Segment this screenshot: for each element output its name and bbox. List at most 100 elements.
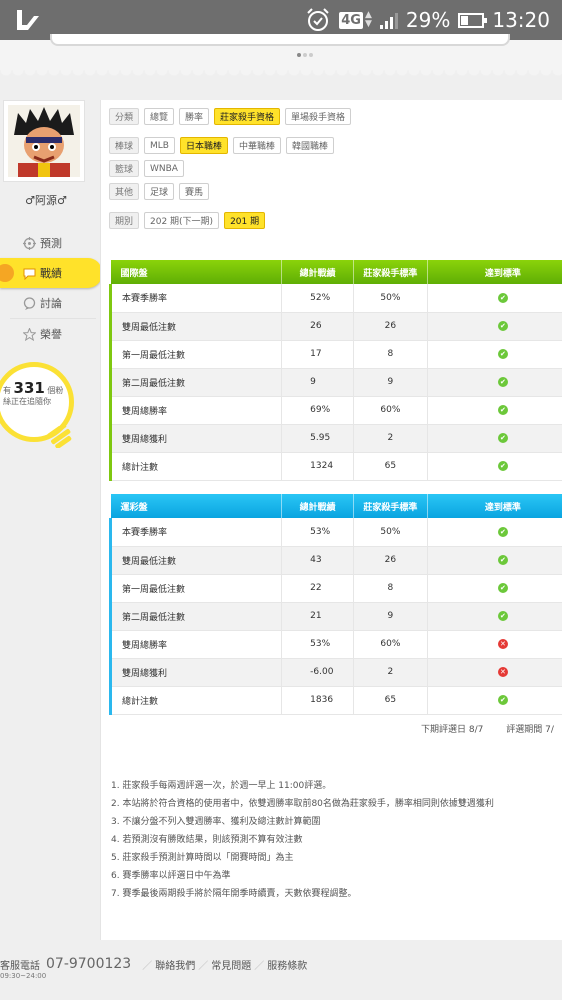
review-dates: 下期評選日 8/7 評選期間 7/ [421,722,562,735]
column-header: 達到標準 [427,260,562,284]
chip-winrate[interactable]: 勝率 [179,108,210,125]
note-item: 2. 本站將於符合資格的使用者中，依雙週勝率取前80名做為莊家殺手，勝率相同則依… [111,799,494,809]
check-icon: ✔ [497,405,508,415]
footer-divider: ／ [142,960,153,972]
sidebar: ♂阿源♂ 預測 戰績 討論 榮譽 有 331 個粉 絲正在追隨你 [0,100,102,940]
row-label: 本賽季勝率 [108,284,283,313]
table-row: 雙周總勝率 69% 60% ✔ [108,396,562,425]
table-row: 第二周最低注數 9 9 ✔ [108,368,562,397]
service-hours: 09:30~24:00 [0,972,47,980]
avatar-frame[interactable] [3,100,85,182]
pager-dot[interactable] [303,53,307,57]
chip-wnba[interactable]: WNBA [144,160,184,177]
chip-kbo[interactable]: 韓國職棒 [286,137,335,154]
chip-soccer[interactable]: 足球 [144,183,175,200]
row-standard: 60% [353,630,428,659]
row-value: 26 [281,312,355,341]
follower-text: 有 331 個粉 絲正在追隨你 [3,381,69,407]
follower-count: 331 [13,379,45,397]
row-standard: 8 [353,340,428,369]
chip-banker-killer[interactable]: 莊家殺手資格 [214,108,281,125]
main-panel: 分類 總覽 勝率 莊家殺手資格 單場殺手資格 棒球 MLB 日本職棒 中華職棒 … [100,100,562,940]
footer-link-contact[interactable]: 聯絡我們 [155,957,195,972]
row-standard: 8 [353,574,428,603]
avatar[interactable] [8,105,80,177]
service-phone[interactable]: 07-9700123 [46,956,131,972]
row-value: 53% [281,630,355,659]
check-icon: ✔ [497,526,508,537]
row-value: -6.00 [281,658,355,687]
row-standard: 65 [353,686,428,715]
nav-item-record[interactable]: 戰績 [0,258,102,288]
row-label: 總計注數 [108,452,283,481]
username[interactable]: ♂阿源♂ [0,192,92,208]
chip-single-killer[interactable]: 單場殺手資格 [285,108,352,125]
row-standard: 60% [353,396,428,425]
row-value: 1836 [281,686,355,715]
banner-pager[interactable] [297,53,313,57]
nav-item-honor[interactable]: 榮譽 [0,319,100,349]
chip-period-next[interactable]: 202 期(下一期) [144,212,220,229]
pager-dot[interactable] [297,53,301,57]
check-icon: ✔ [497,611,508,621]
chip-overview[interactable]: 總覽 [144,108,175,125]
footer-link-faq[interactable]: 常見問題 [211,957,251,972]
column-header: 莊家殺手標準 [353,494,428,518]
column-header: 莊家殺手標準 [353,260,428,284]
table-row: 總計注數 1836 65 ✔ [108,686,562,715]
filter-label: 棒球 [109,137,139,154]
note-item: 1. 莊家殺手每兩週評選一次，於週一早上 11:00評選。 [111,781,332,791]
row-label: 本賽季勝率 [108,518,283,547]
chip-cpbl[interactable]: 中華職棒 [232,137,281,154]
filter-label: 分類 [109,108,139,125]
chip-period-current[interactable]: 201 期 [224,212,266,229]
nav-item-label: 討論 [40,297,62,310]
row-standard: 2 [353,658,428,687]
row-label: 第一周最低注數 [108,340,283,369]
table-row: 本賽季勝率 52% 50% ✔ [108,284,562,313]
next-review-date: 下期評選日 8/7 [421,725,484,735]
row-value: 22 [281,574,355,603]
nav-item-discuss[interactable]: 討論 [0,288,100,318]
row-standard: 50% [353,284,428,313]
note-item: 4. 若預測沒有勝敗結果，則該預測不算有效注數 [111,835,303,845]
follower-prefix: 有 [3,386,11,395]
alarm-icon [307,8,329,31]
chip-mlb[interactable]: MLB [144,137,175,154]
filter-label: 其他 [109,183,139,200]
cross-icon: ✕ [497,667,508,677]
rules-notes: 1. 莊家殺手每兩週評選一次，於週一早上 11:00評選。 2. 本站將於符合資… [111,777,494,903]
row-label: 雙周最低注數 [108,312,283,341]
table-row: 第二周最低注數 21 9 ✔ [108,602,562,631]
filter-row-baseball: 棒球 MLB 日本職棒 中華職棒 韓國職棒 [109,137,562,154]
chip-npb[interactable]: 日本職棒 [179,137,228,154]
row-label: 第二周最低注數 [108,368,283,397]
nav-item-predict[interactable]: 預測 [0,228,100,258]
chip-horse[interactable]: 賽馬 [179,183,210,200]
row-value: 5.95 [281,424,355,453]
table-title: 國際盤 [110,260,283,284]
table-title: 運彩盤 [110,494,283,518]
stats-table-sportslottery: 運彩盤 總計戰績 莊家殺手標準 達到標準 本賽季勝率 53% 50% ✔ 雙周最低注數… [108,494,562,715]
check-icon: ✔ [497,349,508,359]
filter-label: 期別 [109,212,139,229]
row-value: 43 [281,546,355,575]
table-row: 雙周總勝率 53% 60% ✕ [108,630,562,659]
nav-item-label: 戰績 [40,267,62,280]
row-standard: 2 [353,424,428,453]
row-standard: 26 [353,546,428,575]
check-icon: ✔ [497,321,508,331]
row-label: 雙周總獲利 [108,424,283,453]
footer-divider: ／ [198,960,209,972]
network-type: 4G [339,11,363,29]
banner-frame [50,34,510,46]
table-row: 本賽季勝率 53% 50% ✔ [108,518,562,547]
row-label: 雙周最低注數 [108,546,283,575]
check-icon: ✔ [497,461,508,471]
pager-dot[interactable] [309,53,313,57]
table-row: 雙周最低注數 26 26 ✔ [108,312,562,341]
footer-link-terms[interactable]: 服務條款 [267,957,307,972]
row-label: 第一周最低注數 [108,574,283,603]
row-standard: 9 [353,368,428,397]
row-value: 52% [281,284,355,313]
